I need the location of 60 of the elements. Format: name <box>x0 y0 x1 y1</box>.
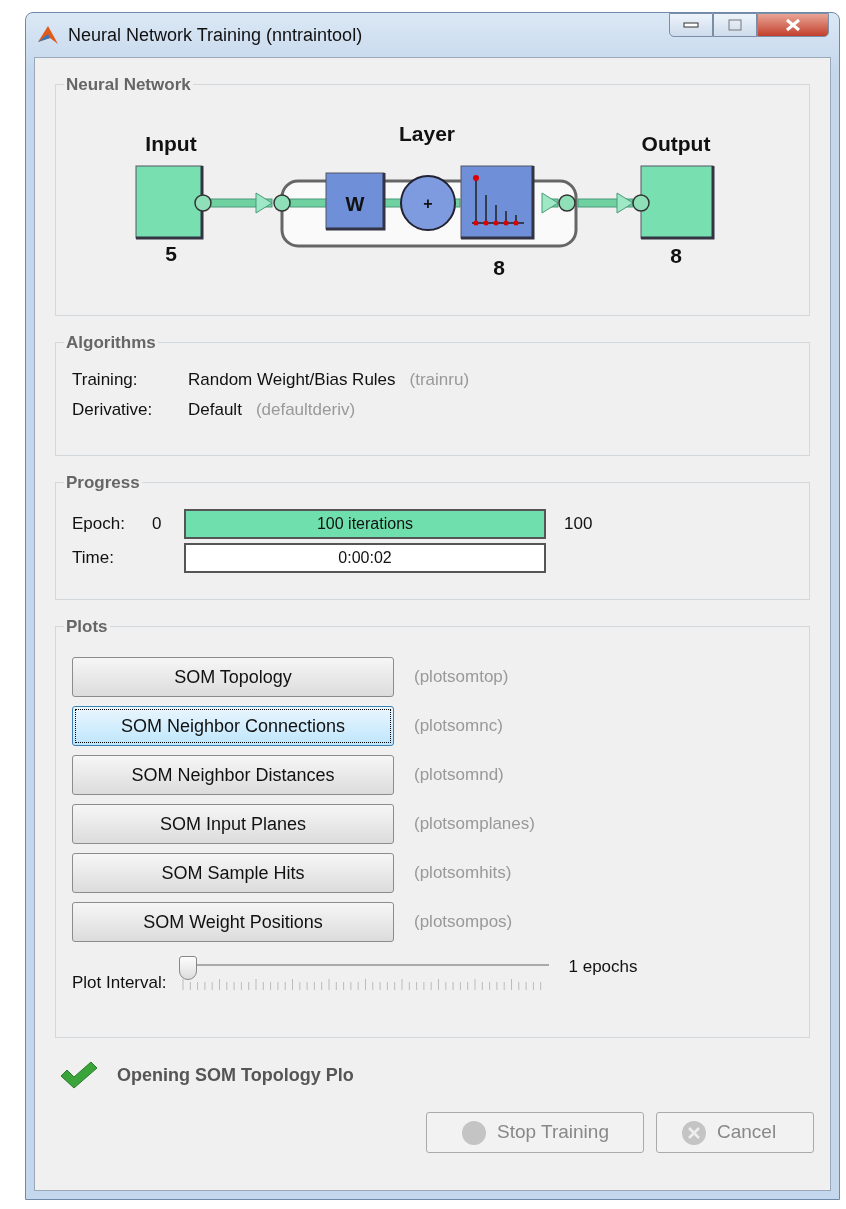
plot-button[interactable]: SOM Input Planes <box>72 804 394 844</box>
window-title: Neural Network Training (nntraintool) <box>68 23 363 47</box>
connector-arrow <box>577 192 634 214</box>
epoch-end: 100 <box>564 513 593 536</box>
function-name: (plotsomhits) <box>414 862 512 885</box>
app-icon <box>36 24 60 46</box>
minimize-button[interactable] <box>669 13 713 37</box>
close-button[interactable] <box>757 13 829 37</box>
group-title: Algorithms <box>65 334 157 351</box>
plot-button[interactable]: SOM Topology <box>72 657 394 697</box>
port-node <box>632 194 650 212</box>
function-name: (plotsomnd) <box>414 764 504 787</box>
progress-text: 100 iterations <box>316 514 414 534</box>
group-title: Plots <box>65 618 109 635</box>
function-name: (trainru) <box>409 369 470 391</box>
group-title: Neural Network <box>65 76 192 93</box>
output-label: Output <box>641 132 711 155</box>
progress-label: Epoch: <box>72 513 126 536</box>
close-icon <box>681 1119 707 1146</box>
connector-arrow <box>541 192 559 214</box>
input-label: Input <box>145 132 197 155</box>
group-title: Progress <box>65 474 141 491</box>
input-size: 5 <box>165 242 177 265</box>
layer-label: Layer <box>399 122 455 145</box>
layer-size: 8 <box>493 256 505 279</box>
plot-button[interactable]: SOM Sample Hits <box>72 853 394 893</box>
plot-button[interactable]: SOM Neighbor Distances <box>72 755 394 795</box>
function-name: (plotsomtop) <box>414 666 509 689</box>
algorithm-label: Training: <box>72 369 139 391</box>
plot-button[interactable]: SOM Weight Positions <box>72 902 394 942</box>
function-name: (plotsomnc) <box>414 715 503 738</box>
algorithm-value: Random Weight/Bias Rules <box>188 369 396 391</box>
weight-block: W <box>325 172 386 231</box>
connector-arrow <box>209 192 273 214</box>
maximize-button[interactable] <box>713 13 757 37</box>
minimize-icon <box>683 22 699 28</box>
status-message: Opening SOM Topology Plo <box>117 1063 354 1087</box>
port-node <box>273 194 291 212</box>
epoch-start: 0 <box>152 513 163 536</box>
progress-label: Time: <box>72 547 115 570</box>
algorithm-label: Derivative: <box>72 398 154 421</box>
function-name: (plotsomplanes) <box>414 813 535 836</box>
port-node <box>194 194 212 212</box>
function-name: (defaultderiv) <box>255 398 356 421</box>
stop-icon <box>461 1119 487 1146</box>
interval-reading: 1 epochs <box>568 956 638 978</box>
time-field: 0:00:02 <box>184 543 546 573</box>
port-node <box>558 194 576 212</box>
slider-track[interactable] <box>178 956 549 978</box>
transfer-function-icon <box>460 165 535 240</box>
sum-node: + <box>400 175 456 231</box>
plot-interval-label: Plot Interval: <box>72 972 167 994</box>
algorithm-value: Default <box>188 398 242 421</box>
close-icon <box>785 18 801 32</box>
maximize-icon <box>728 19 742 31</box>
checkmark-icon <box>59 1060 99 1090</box>
output-size: 8 <box>670 244 682 267</box>
function-name: (plotsompos) <box>414 911 513 934</box>
plot-button[interactable]: SOM Neighbor Connections <box>72 706 394 746</box>
slider-thumb[interactable] <box>178 956 197 980</box>
